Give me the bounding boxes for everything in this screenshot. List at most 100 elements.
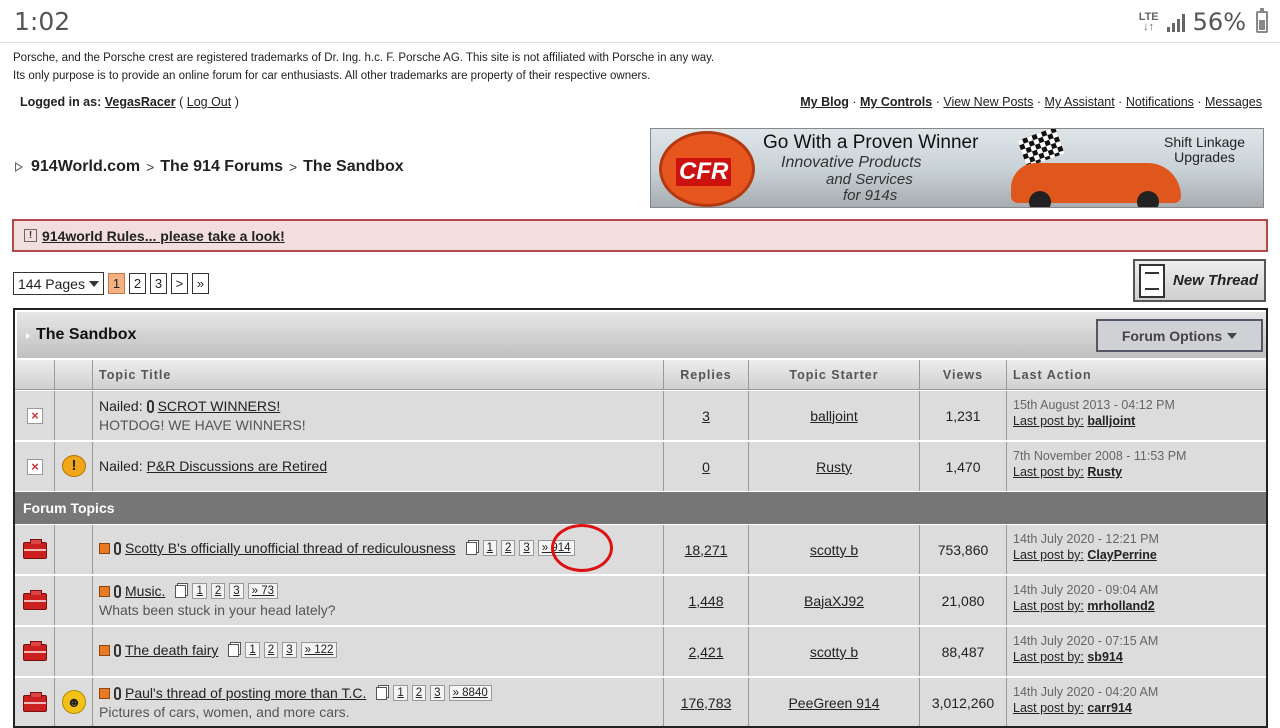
topic-title-link[interactable]: SCROT WINNERS! <box>158 398 281 414</box>
collapse-arrow-icon[interactable] <box>26 333 30 339</box>
starter-link[interactable]: BajaXJ92 <box>804 593 864 609</box>
new-posts-icon[interactable] <box>99 644 110 656</box>
topic-last-page[interactable]: » 122 <box>300 642 338 658</box>
smiley-icon: ☻ <box>62 690 86 714</box>
last-post-link[interactable]: Last post by: <box>1013 599 1084 613</box>
topic-page-1[interactable]: 1 <box>393 685 408 701</box>
starter-link[interactable]: scotty b <box>810 542 858 558</box>
paperclip-icon <box>114 686 121 700</box>
replies-link[interactable]: 18,271 <box>685 542 728 558</box>
hot-folder-icon <box>23 539 47 559</box>
last-post-link[interactable]: Last post by: <box>1013 650 1084 664</box>
starter-link[interactable]: scotty b <box>810 644 858 660</box>
last-poster-link[interactable]: Rusty <box>1087 465 1122 479</box>
views-count: 1,231 <box>945 407 981 424</box>
breadcrumb-forums[interactable]: The 914 Forums <box>160 158 283 176</box>
last-post-link[interactable]: Last post by: <box>1013 414 1084 428</box>
breadcrumb-sandbox[interactable]: The Sandbox <box>303 158 403 176</box>
col-last-action[interactable]: Last Action <box>1007 360 1265 389</box>
replies-link[interactable]: 176,783 <box>681 695 732 711</box>
last-post-link[interactable]: Last post by: <box>1013 701 1084 715</box>
table-row: Scotty B's officially unofficial thread … <box>15 525 1266 575</box>
topic-page-3[interactable]: 3 <box>282 642 297 658</box>
replies-link[interactable]: 1,448 <box>688 593 723 609</box>
topic-title-link[interactable]: Scotty B's officially unofficial thread … <box>125 540 456 556</box>
ad-tagline-2: and Services <box>826 171 913 188</box>
forum-options-button[interactable]: Forum Options <box>1096 319 1263 352</box>
last-poster-link[interactable]: mrholland2 <box>1087 599 1154 613</box>
new-posts-icon[interactable] <box>99 542 110 554</box>
forum-title: The Sandbox <box>36 326 137 343</box>
topic-page-2[interactable]: 2 <box>500 540 516 556</box>
last-action-date: 7th November 2008 - 11:53 PM <box>1013 449 1187 463</box>
new-thread-button[interactable]: New Thread <box>1133 259 1266 302</box>
messages-link[interactable]: Messages <box>1205 95 1262 109</box>
notifications-link[interactable]: Notifications <box>1126 95 1194 109</box>
battery-icon <box>1256 8 1268 33</box>
page-last[interactable]: » <box>191 273 209 294</box>
last-poster-link[interactable]: balljoint <box>1087 414 1135 428</box>
new-thread-label: New Thread <box>1173 272 1259 289</box>
status-indicators: LTE ↓↑ 56% <box>1139 8 1268 36</box>
ad-tagline-3: for 914s <box>843 187 898 204</box>
starter-link[interactable]: PeeGreen 914 <box>788 695 879 711</box>
starter-link[interactable]: balljoint <box>810 408 857 424</box>
page-2[interactable]: 2 <box>128 273 146 294</box>
last-poster-link[interactable]: carr914 <box>1087 701 1132 715</box>
page-next[interactable]: > <box>170 273 188 294</box>
topic-last-page[interactable]: » 8840 <box>448 685 492 701</box>
replies-link[interactable]: 2,421 <box>688 644 723 660</box>
last-post-link[interactable]: Last post by: <box>1013 465 1084 479</box>
topic-title-link[interactable]: Music. <box>125 583 165 599</box>
lte-icon: LTE ↓↑ <box>1138 11 1159 33</box>
topic-page-3[interactable]: 3 <box>229 583 244 599</box>
trademark-disclaimer: Porsche, and the Porsche crest are regis… <box>13 49 714 85</box>
col-replies[interactable]: Replies <box>664 360 749 389</box>
topic-last-page[interactable]: » 73 <box>247 583 279 599</box>
last-post-link[interactable]: Last post by: <box>1013 548 1084 562</box>
new-posts-icon[interactable] <box>99 585 110 597</box>
my-assistant-link[interactable]: My Assistant <box>1045 95 1115 109</box>
replies-link[interactable]: 0 <box>702 459 710 475</box>
table-row: ☻ Paul's thread of posting more than T.C… <box>15 678 1266 726</box>
page-3[interactable]: 3 <box>149 273 167 294</box>
paperclip-icon <box>114 541 121 555</box>
page-1[interactable]: 1 <box>107 273 125 294</box>
ad-banner[interactable]: CFR Go With a Proven Winner Innovative P… <box>650 128 1264 208</box>
starter-link[interactable]: Rusty <box>816 459 852 475</box>
pages-dropdown[interactable]: 144 Pages <box>13 272 104 295</box>
forum-topics-section: Forum Topics <box>15 492 1266 524</box>
col-topic-starter[interactable]: Topic Starter <box>749 360 920 389</box>
my-blog-link[interactable]: My Blog <box>800 95 849 109</box>
exclamation-icon: ! <box>24 229 37 242</box>
new-posts-icon[interactable] <box>99 687 110 699</box>
topic-page-2[interactable]: 2 <box>263 642 279 658</box>
topic-title-link[interactable]: Paul's thread of posting more than T.C. <box>125 685 366 701</box>
rules-link[interactable]: 914world Rules... please take a look! <box>42 228 285 244</box>
table-row: The death fairy 1 2 3 » 122 2,421 scotty… <box>15 627 1266 677</box>
replies-link[interactable]: 3 <box>702 408 710 424</box>
topic-title-link[interactable]: P&R Discussions are Retired <box>147 458 328 474</box>
topic-page-3[interactable]: 3 <box>430 685 445 701</box>
topic-page-3[interactable]: 3 <box>519 540 534 556</box>
last-action-date: 14th July 2020 - 07:15 AM <box>1013 634 1159 648</box>
logout-link[interactable]: Log Out <box>187 95 231 109</box>
my-controls-link[interactable]: My Controls <box>860 95 932 109</box>
view-new-posts-link[interactable]: View New Posts <box>943 95 1033 109</box>
last-action-date: 14th July 2020 - 09:04 AM <box>1013 583 1159 597</box>
topic-title-link[interactable]: The death fairy <box>125 642 218 658</box>
top-links: My Blog · My Controls · View New Posts ·… <box>800 95 1262 109</box>
paperclip-icon <box>146 399 154 413</box>
topic-page-1[interactable]: 1 <box>192 583 207 599</box>
last-poster-link[interactable]: sb914 <box>1087 650 1122 664</box>
topic-page-2[interactable]: 2 <box>411 685 427 701</box>
username-link[interactable]: VegasRacer <box>105 95 176 109</box>
breadcrumb-home[interactable]: 914World.com <box>31 158 140 176</box>
topic-page-2[interactable]: 2 <box>210 583 226 599</box>
topic-page-1[interactable]: 1 <box>482 540 497 556</box>
breadcrumb: 914World.com > The 914 Forums > The Sand… <box>15 158 404 176</box>
col-topic-title[interactable]: Topic Title <box>93 360 664 389</box>
col-views[interactable]: Views <box>920 360 1007 389</box>
last-poster-link[interactable]: ClayPerrine <box>1087 548 1156 562</box>
topic-page-1[interactable]: 1 <box>245 642 260 658</box>
